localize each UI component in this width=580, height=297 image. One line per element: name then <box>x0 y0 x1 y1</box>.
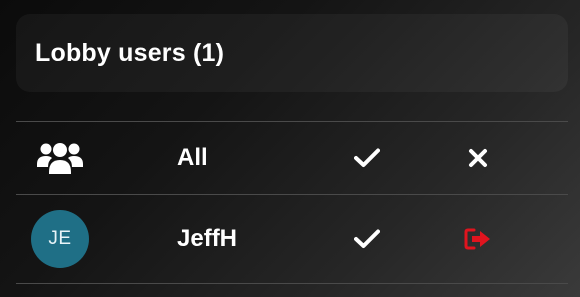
users-group-icon <box>30 122 90 194</box>
lobby-header: Lobby users (1) <box>16 14 568 92</box>
checkmark-icon <box>354 229 380 248</box>
avatar: JE <box>31 210 89 268</box>
approve-user-button[interactable] <box>347 203 387 275</box>
avatar-cell: JE <box>30 203 90 275</box>
divider <box>16 283 568 284</box>
approve-all-button[interactable] <box>347 122 387 194</box>
row-name: All <box>177 144 208 171</box>
sign-out-icon <box>464 228 490 250</box>
divider <box>16 194 568 195</box>
lobby-row-all: All <box>16 122 568 194</box>
checkmark-icon <box>354 148 380 167</box>
lobby-row-user: JE JeffH <box>16 203 568 275</box>
row-name: JeffH <box>177 225 238 252</box>
deny-all-button[interactable] <box>458 122 498 194</box>
lobby-title: Lobby users (1) <box>35 39 225 67</box>
remove-user-button[interactable] <box>458 203 498 275</box>
close-icon <box>469 149 487 167</box>
